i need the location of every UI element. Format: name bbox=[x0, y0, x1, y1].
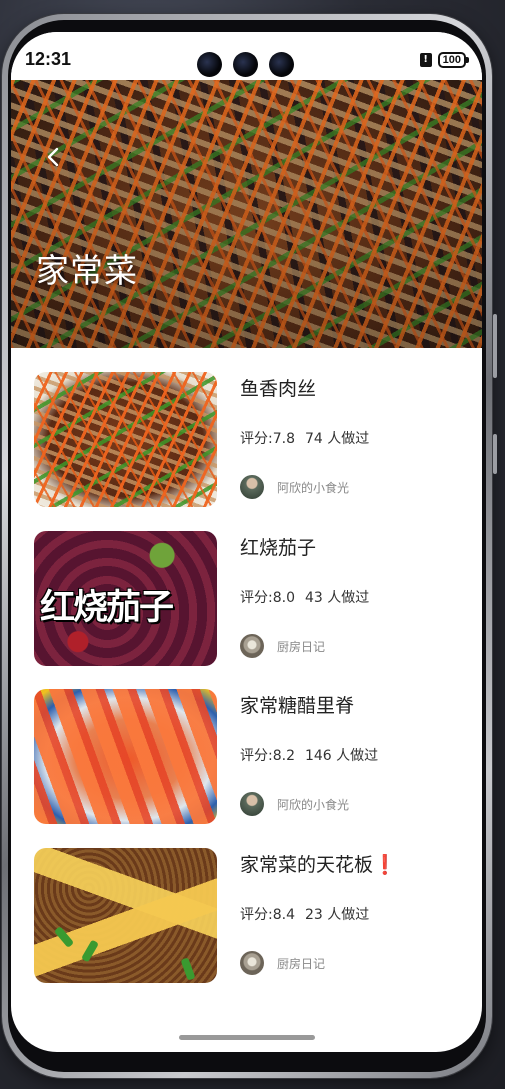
recipe-title: 红烧茄子 bbox=[240, 537, 317, 559]
avatar bbox=[240, 792, 264, 816]
recipe-card[interactable]: 家常糖醋里脊 评分:8.2 146 人做过 阿欣的小食光 bbox=[34, 689, 464, 824]
recipe-title: 家常菜的天花板❗ bbox=[240, 854, 397, 876]
recipe-thumbnail bbox=[34, 372, 217, 507]
recipe-card[interactable]: 红烧茄子 红烧茄子 评分:8.0 43 人做过 厨房日记 bbox=[34, 531, 464, 666]
recipe-stats: 评分:8.2 146 人做过 bbox=[240, 745, 378, 765]
chevron-left-icon bbox=[47, 147, 59, 167]
alert-icon: ! bbox=[419, 53, 432, 67]
recipe-card[interactable]: 家常菜的天花板❗ 评分:8.4 23 人做过 厨房日记 bbox=[34, 848, 464, 983]
recipe-made-count: 43 人做过 bbox=[304, 590, 370, 606]
back-button[interactable] bbox=[41, 144, 67, 170]
avatar bbox=[240, 475, 264, 499]
thumbnail-caption: 红烧茄子 bbox=[40, 587, 174, 628]
recipe-thumbnail: 红烧茄子 bbox=[34, 531, 217, 666]
recipe-title: 鱼香肉丝 bbox=[240, 378, 317, 400]
recipe-rating: 评分:8.0 bbox=[240, 590, 295, 606]
page-title: 家常菜 bbox=[36, 251, 138, 290]
home-indicator[interactable] bbox=[179, 1035, 315, 1040]
avatar bbox=[240, 951, 264, 975]
scallion-garnish bbox=[180, 957, 196, 981]
recipe-thumbnail bbox=[34, 848, 217, 983]
camera-icon bbox=[269, 52, 294, 77]
recipe-made-count: 146 人做过 bbox=[304, 748, 379, 764]
volume-button bbox=[493, 314, 497, 378]
author-name: 阿欣的小食光 bbox=[277, 797, 350, 812]
app-screen: 12:31 ! 100 家常菜 鱼香肉丝 评分:7.8 74 人做过 阿欣的小食光 bbox=[11, 32, 482, 1052]
hero-image bbox=[11, 80, 482, 348]
recipe-author[interactable]: 阿欣的小食光 bbox=[240, 475, 349, 499]
status-time: 12:31 bbox=[25, 49, 72, 69]
recipe-rating: 评分:8.2 bbox=[240, 748, 295, 764]
recipe-made-count: 23 人做过 bbox=[304, 907, 370, 923]
avatar bbox=[240, 634, 264, 658]
camera-icon bbox=[197, 52, 222, 77]
recipe-stats: 评分:7.8 74 人做过 bbox=[240, 428, 369, 448]
recipe-author[interactable]: 厨房日记 bbox=[240, 951, 325, 975]
author-name: 厨房日记 bbox=[277, 639, 326, 654]
author-name: 厨房日记 bbox=[277, 956, 326, 971]
recipe-title: 家常糖醋里脊 bbox=[240, 695, 355, 717]
author-name: 阿欣的小食光 bbox=[277, 480, 350, 495]
power-button bbox=[493, 434, 497, 474]
scallion-garnish bbox=[53, 926, 75, 948]
recipe-rating: 评分:7.8 bbox=[240, 431, 295, 447]
hero-banner: 家常菜 bbox=[11, 80, 482, 348]
battery-icon: 100 bbox=[437, 52, 470, 68]
recipe-author[interactable]: 厨房日记 bbox=[240, 634, 325, 658]
recipe-rating: 评分:8.4 bbox=[240, 907, 295, 923]
scallion-garnish bbox=[81, 939, 99, 963]
recipe-stats: 评分:8.4 23 人做过 bbox=[240, 904, 369, 924]
status-bar: 12:31 ! 100 bbox=[11, 32, 482, 80]
status-icons: ! 100 bbox=[419, 52, 470, 68]
recipe-thumbnail bbox=[34, 689, 217, 824]
recipe-stats: 评分:8.0 43 人做过 bbox=[240, 587, 369, 607]
recipe-card[interactable]: 鱼香肉丝 评分:7.8 74 人做过 阿欣的小食光 bbox=[34, 372, 464, 507]
recipe-made-count: 74 人做过 bbox=[304, 431, 370, 447]
camera-icon bbox=[233, 52, 258, 77]
recipe-author[interactable]: 阿欣的小食光 bbox=[240, 792, 349, 816]
